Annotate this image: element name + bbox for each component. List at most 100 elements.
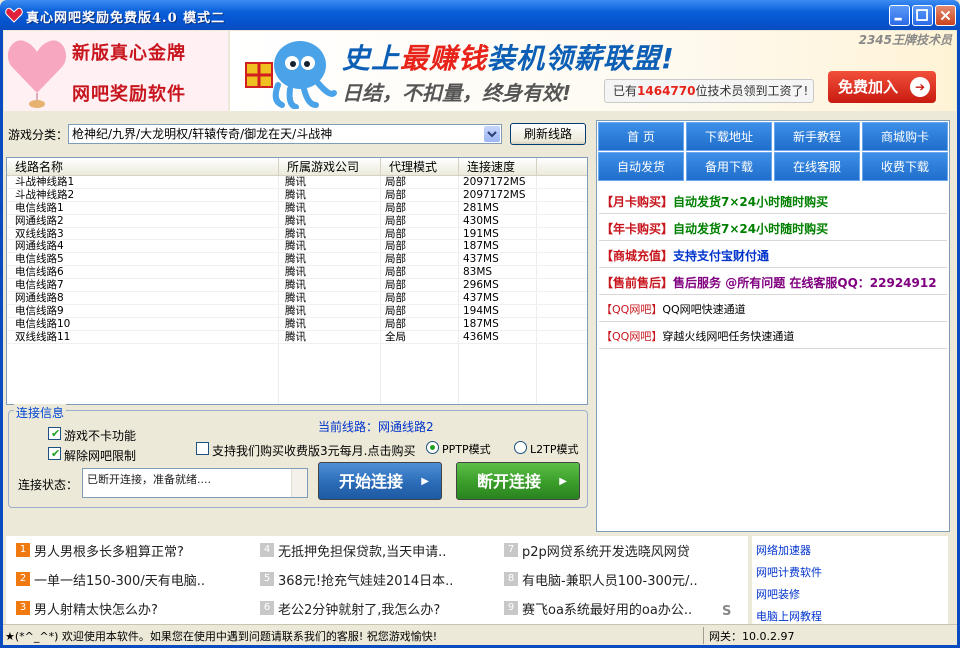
news-link[interactable]: 男人男根多长多粗算正常? [34, 541, 184, 560]
status-bar: ★(*^_^*) 欢迎使用本软件。如果您在使用中遇到问题请联系我们的客服! 祝您… [3, 624, 957, 645]
col-game-company[interactable]: 所属游戏公司 [279, 158, 381, 176]
table-row[interactable]: 网通线路2 腾讯 局部 430MS [7, 215, 587, 228]
status-scrollbar[interactable] [291, 469, 307, 497]
pptp-radio[interactable] [426, 441, 439, 454]
l2tp-label[interactable]: L2TP模式 [530, 441, 578, 457]
logo-banner[interactable]: 新版真心金牌 网吧奖励软件 [4, 31, 228, 111]
dropdown-arrow-button[interactable] [484, 126, 500, 142]
cell-speed: 437MS [463, 292, 499, 305]
disconnect-button[interactable]: 断开连接 ▶ [456, 462, 580, 500]
unlock-checkbox[interactable]: ✔ [48, 447, 61, 460]
ad-join-button[interactable]: 免费加入 ➔ [828, 71, 936, 103]
cell-company: 腾讯 [285, 188, 306, 201]
nav-item[interactable]: 收费下载 [862, 152, 948, 181]
cell-mode: 局部 [385, 253, 406, 266]
cell-line-name: 网通线路4 [15, 240, 64, 253]
cell-speed: 191MS [463, 227, 499, 240]
nav-item[interactable]: 自动发货 [598, 152, 684, 181]
news-number-badge: 3 [16, 601, 30, 615]
nav-item[interactable]: 下载地址 [686, 122, 772, 151]
logo-line2: 网吧奖励软件 [72, 84, 186, 105]
maximize-icon [916, 9, 928, 21]
cell-line-name: 电信线路9 [15, 304, 64, 317]
table-row[interactable]: 双线线路11 腾讯 全局 436MS [7, 331, 587, 344]
close-button[interactable] [935, 5, 956, 26]
col-proxy-mode[interactable]: 代理模式 [381, 158, 459, 176]
nav-item[interactable]: 备用下载 [686, 152, 772, 181]
cell-speed: 436MS [463, 330, 499, 343]
table-row[interactable]: 电信线路10 腾讯 局部 187MS [7, 318, 587, 331]
status-textarea[interactable]: 已断开连接，准备就绪.... [82, 468, 308, 498]
news-number-badge: 1 [16, 543, 30, 557]
unlock-label[interactable]: 解除网吧限制 [64, 447, 136, 464]
table-row[interactable]: 网通线路4 腾讯 局部 187MS [7, 240, 587, 254]
cell-company: 腾讯 [285, 240, 306, 253]
cell-company: 腾讯 [285, 227, 306, 240]
side-link[interactable]: 网络加速器 [756, 542, 811, 558]
news-link[interactable]: 赛飞oa系统最好用的oa办公.. [522, 599, 692, 618]
title-bar[interactable]: 真心网吧奖励免费版4.0 模式二 [0, 0, 960, 30]
table-row[interactable]: 网通线路8 腾讯 局部 437MS [7, 292, 587, 305]
pptp-label[interactable]: PPTP模式 [442, 441, 491, 457]
news-link[interactable]: 368元!抢充气娃娃2014日本.. [278, 570, 453, 589]
news-link[interactable]: 男人射精太快怎么办? [34, 599, 158, 618]
ad-count-box: 已有1464770位技术员领到工资了! [604, 79, 814, 103]
refresh-lines-button[interactable]: 刷新线路 [510, 123, 586, 145]
cell-company: 腾讯 [285, 201, 306, 214]
news-link[interactable]: p2p网贷系统开发选晓风网贷 [522, 541, 690, 560]
octopus-mascot-icon [245, 41, 337, 109]
cell-company: 腾讯 [285, 253, 306, 266]
table-row[interactable]: 双线线路3 腾讯 局部 191MS [7, 228, 587, 241]
promo-link[interactable]: 【QQ网吧】穿越火线网吧任务快速通道 [601, 328, 794, 344]
game-category-label: 游戏分类： [8, 128, 69, 142]
news-link[interactable]: 无抵押免担保贷款,当天申请.. [278, 541, 446, 560]
buy-checkbox[interactable] [196, 442, 209, 455]
table-row[interactable]: 电信线路6 腾讯 局部 83MS [7, 266, 587, 280]
nav-item[interactable]: 商城购卡 [862, 122, 948, 151]
col-line-name[interactable]: 线路名称 [7, 158, 279, 176]
cell-speed: 83MS [463, 266, 493, 279]
logo-line1: 新版真心金牌 [72, 43, 186, 64]
promo-link[interactable]: 【月卡购买】自动发货7×24小时随时购买 [601, 193, 828, 210]
table-row[interactable]: 斗战神线路2 腾讯 局部 2097172MS [7, 189, 587, 202]
connect-button[interactable]: 开始连接 ▶ [318, 462, 442, 500]
radio-dot-icon [430, 445, 435, 450]
ad-banner[interactable]: 史上最赚钱装机领薪联盟! 日结，不扣量，终身有效! 已有1464770位技术员领… [230, 31, 956, 111]
promo-link[interactable]: 【年卡购买】自动发货7×24小时随时购买 [601, 220, 828, 237]
table-row[interactable]: 电信线路7 腾讯 局部 296MS [7, 279, 587, 293]
promo-link[interactable]: 【商城充值】支持支付宝财付通 [601, 247, 769, 264]
minimize-button[interactable] [889, 5, 910, 26]
side-link[interactable]: 网吧装修 [756, 586, 800, 602]
side-link[interactable]: 电脑上网教程 [756, 608, 822, 624]
game-category-select[interactable]: 枪神纪/九界/大龙明权/轩辕传奇/御龙在天/斗战神 [68, 124, 502, 144]
news-link[interactable]: 有电脑-兼职人员100-300元/.. [522, 570, 698, 589]
cell-line-name: 斗战神线路1 [15, 176, 75, 188]
promo-text: 支持支付宝财付通 [673, 249, 770, 263]
maximize-button[interactable] [912, 5, 933, 26]
promo-link[interactable]: 【售前售后】售后服务 @所有问题 在线客服QQ：22924912 [601, 274, 937, 291]
statusbar-message: ★(*^_^*) 欢迎使用本软件。如果您在使用中遇到问题请联系我们的客服! 祝您… [5, 630, 438, 643]
nav-item[interactable]: 新手教程 [774, 122, 860, 151]
no-lag-label[interactable]: 游戏不卡功能 [64, 427, 136, 444]
no-lag-checkbox[interactable]: ✔ [48, 427, 61, 440]
buy-label[interactable]: 支持我们购买收费版3元每月.点击购买 [212, 442, 415, 459]
nav-item[interactable]: 在线客服 [774, 152, 860, 181]
cell-company: 腾讯 [285, 317, 306, 330]
news-link[interactable]: 一单一结150-300/天有电脑.. [34, 570, 205, 589]
l2tp-radio[interactable] [514, 441, 527, 454]
promo-divider [599, 294, 947, 295]
lines-table[interactable]: 线路名称 所属游戏公司 代理模式 连接速度 斗战神线路1 腾讯 局部 2097172M… [6, 157, 588, 405]
nav-item[interactable]: 首 页 [598, 122, 684, 151]
table-row[interactable]: 电信线路1 腾讯 局部 281MS [7, 202, 587, 215]
status-text: 已断开连接，准备就绪.... [87, 473, 211, 486]
table-row[interactable]: 电信线路5 腾讯 局部 437MS [7, 253, 587, 267]
side-link[interactable]: 网吧计费软件 [756, 564, 822, 580]
promo-link[interactable]: 【QQ网吧】QQ网吧快速通道 [601, 301, 746, 317]
ad-headline: 史上最赚钱装机领薪联盟! [342, 42, 675, 75]
table-row[interactable]: 斗战神线路1 腾讯 局部 2097172MS [7, 176, 587, 189]
table-row[interactable]: 电信线路9 腾讯 局部 194MS [7, 305, 587, 318]
checkmark-icon: ✔ [51, 427, 61, 440]
col-speed[interactable]: 连接速度 [459, 158, 537, 176]
cell-mode: 局部 [385, 227, 406, 240]
news-link[interactable]: 老公2分钟就射了,我怎么办? [278, 599, 440, 618]
